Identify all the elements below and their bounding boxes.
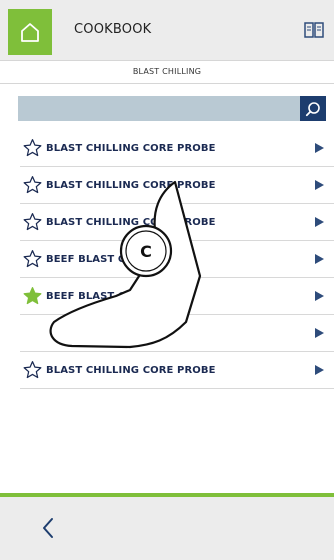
star-outline-icon[interactable] xyxy=(22,212,43,232)
list-item-label: BLAST CHILLING CORE PROBE xyxy=(46,365,216,376)
list-item[interactable]: BLAST CHILLING CORE PROBE xyxy=(20,167,334,204)
list-item-label: BEEF BLAST CHILLING xyxy=(46,254,172,265)
star-outline-icon[interactable] xyxy=(22,249,43,269)
footer-bar xyxy=(0,497,334,560)
page-title: COOKBOOK xyxy=(74,22,152,37)
search-icon xyxy=(305,101,320,116)
recipe-list: BLAST CHILLING CORE PROBE BLAST CHILLING… xyxy=(20,130,334,389)
list-item[interactable]: BLAST CHILLING CORE PROBE xyxy=(20,352,334,389)
star-outline-icon[interactable] xyxy=(22,175,43,195)
section-title: BLAST CHILLING xyxy=(132,67,202,76)
list-item[interactable]: BEEF BLAST CHILLING xyxy=(20,278,334,315)
home-button[interactable] xyxy=(8,9,52,55)
list-item[interactable]: BLAST CHILLING CORE PROBE xyxy=(20,204,334,241)
search-input[interactable] xyxy=(18,96,302,121)
list-item[interactable]: BEEF BLAST CHILLING xyxy=(20,241,334,278)
play-arrow-icon[interactable] xyxy=(315,291,324,301)
cookbook-button[interactable] xyxy=(302,18,326,42)
play-arrow-icon[interactable] xyxy=(315,180,324,190)
star-outline-icon[interactable] xyxy=(22,138,43,158)
list-item[interactable]: BLAST CHILLING CORE PROBE xyxy=(20,130,334,167)
section-bar: BLAST CHILLING xyxy=(0,60,334,84)
play-arrow-icon[interactable] xyxy=(315,143,324,153)
chevron-left-icon xyxy=(43,518,53,538)
search-button[interactable] xyxy=(300,96,326,121)
list-item-label: BLAST CHILLING CORE PROBE xyxy=(46,180,216,191)
play-arrow-icon[interactable] xyxy=(315,217,324,227)
book-icon xyxy=(304,22,324,38)
list-item-label: BLAST CHILLING CORE PROBE xyxy=(46,217,216,228)
list-item[interactable] xyxy=(20,315,334,352)
list-item-label: BLAST CHILLING CORE PROBE xyxy=(46,143,216,154)
list-item-label: BEEF BLAST CHILLING xyxy=(46,291,172,302)
star-outline-icon[interactable] xyxy=(22,360,43,380)
play-arrow-icon[interactable] xyxy=(315,328,324,338)
play-arrow-icon[interactable] xyxy=(315,365,324,375)
home-icon xyxy=(21,23,39,42)
app-header: COOKBOOK xyxy=(0,0,334,60)
play-arrow-icon[interactable] xyxy=(315,254,324,264)
star-filled-icon[interactable] xyxy=(22,286,43,306)
search-bar xyxy=(18,96,326,121)
back-button[interactable] xyxy=(34,513,62,543)
